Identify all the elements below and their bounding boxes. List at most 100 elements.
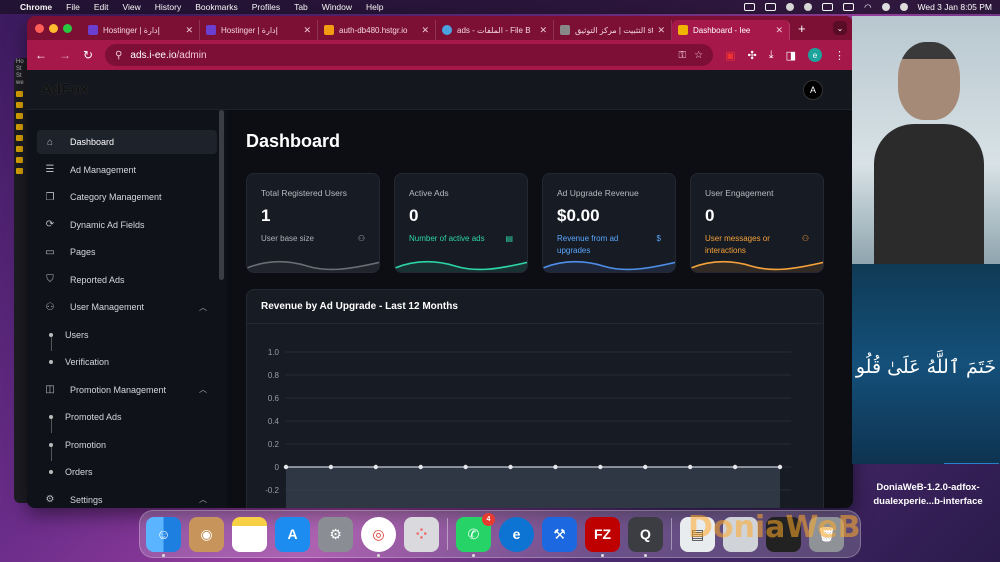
xcode-icon[interactable]: ⚒	[542, 516, 577, 552]
notes-icon[interactable]	[232, 516, 267, 552]
file-name-line1: DoniaWeB-1.2.0-adfox-	[876, 482, 980, 493]
bookmark-star-icon[interactable]: ☆	[694, 50, 703, 61]
status-icon[interactable]	[822, 3, 834, 11]
more-menu-icon[interactable]: ⋮	[834, 49, 845, 62]
contacts-icon[interactable]: ◉	[189, 516, 224, 552]
menu-app-name[interactable]: Chrome	[20, 2, 52, 12]
browser-tab[interactable]: auth-db480.hstgr.io ✕	[318, 20, 436, 40]
menubar-clock[interactable]: Wed 3 Jan 8:05 PM	[918, 2, 993, 12]
download-icon[interactable]: ⤓	[769, 49, 774, 62]
close-tab-icon[interactable]: ✕	[657, 25, 665, 36]
wifi-icon[interactable]: ◠	[864, 2, 871, 13]
app-store-icon[interactable]: A	[275, 516, 310, 552]
data-point[interactable]	[553, 464, 558, 470]
address-bar[interactable]: ⚲ ads.i-ee.io/admin ⚿ ☆	[105, 44, 714, 66]
data-point[interactable]	[463, 464, 468, 470]
sidebar-subitem-users[interactable]: Users	[37, 323, 217, 351]
menu-window[interactable]: Window	[322, 2, 352, 12]
edge-icon[interactable]: e	[499, 516, 534, 552]
system-settings-icon[interactable]: ⚙	[318, 516, 353, 552]
close-tab-icon[interactable]: ✕	[303, 25, 311, 36]
extension-icon[interactable]: ▣	[725, 49, 735, 62]
menu-edit[interactable]: Edit	[94, 2, 109, 12]
chevron-up-icon[interactable]: ︿	[199, 384, 207, 395]
password-key-icon[interactable]: ⚿	[679, 50, 687, 61]
data-point[interactable]	[732, 464, 738, 470]
sidebar-item-dynamic-ad-fields[interactable]: ⟳ Dynamic Ad Fields	[37, 213, 217, 237]
chrome-icon[interactable]: ◎	[361, 516, 396, 557]
control-center-icon[interactable]	[899, 3, 908, 11]
sidebar-item-category-management[interactable]: ❐ Category Management	[37, 185, 217, 209]
sidebar-item-reported-ads[interactable]: ⛉ Reported Ads	[37, 268, 217, 292]
filezilla-icon[interactable]: FZ	[585, 516, 620, 557]
site-info-icon[interactable]: ⚲	[115, 50, 122, 61]
data-point[interactable]	[777, 464, 783, 470]
sidebar-item-user-management[interactable]: ⚇ User Management ︿	[37, 295, 217, 319]
browser-tab[interactable]: Hostinger | إدارة ✕	[200, 20, 318, 40]
browser-tab[interactable]: Hostinger | إدارة ✕	[82, 20, 200, 40]
reload-icon[interactable]: ↻	[83, 48, 93, 62]
zoom-window-button[interactable]	[63, 23, 72, 33]
menu-tab[interactable]: Tab	[294, 2, 308, 12]
browser-tab-active[interactable]: Dashboard - Iee ✕	[672, 20, 790, 40]
sidebar-scrollbar[interactable]	[218, 110, 225, 508]
menu-view[interactable]: View	[122, 2, 140, 12]
sidebar-subitem-verification[interactable]: Verification	[37, 350, 217, 374]
sidebar-item-ad-management[interactable]: ☰ Ad Management	[37, 158, 217, 182]
side-panel-icon[interactable]: ◨	[786, 49, 796, 62]
finder-icon[interactable]: ☺	[146, 516, 181, 557]
sidebar-item-label: Promoted Ads	[65, 412, 122, 422]
sidebar-item-dashboard[interactable]: ⌂ Dashboard	[37, 130, 217, 154]
menu-help[interactable]: Help	[366, 2, 383, 12]
status-icon[interactable]	[765, 3, 777, 11]
whatsapp-icon[interactable]: ✆ 4	[456, 512, 495, 557]
chevron-up-icon[interactable]: ︿	[199, 302, 207, 313]
sidebar-subitem-promoted-ads[interactable]: Promoted Ads	[37, 405, 217, 433]
search-icon[interactable]	[881, 3, 890, 11]
sidebar-item-label: Ad Management	[70, 164, 137, 175]
sidebar-subitem-orders[interactable]: Orders	[37, 460, 217, 484]
data-point[interactable]	[598, 464, 603, 470]
menu-history[interactable]: History	[155, 2, 181, 12]
tab-search-chevron-icon[interactable]: ⌄	[833, 21, 847, 35]
menu-bookmarks[interactable]: Bookmarks	[195, 2, 238, 12]
data-point[interactable]	[643, 464, 648, 470]
extensions-puzzle-icon[interactable]: ✣	[748, 49, 757, 62]
browser-tab[interactable]: ads - الملفات - File B ✕	[436, 20, 554, 40]
profile-avatar[interactable]: e	[808, 48, 822, 62]
new-tab-button[interactable]: +	[798, 21, 806, 36]
user-avatar[interactable]: A	[803, 79, 823, 100]
launchpad-icon[interactable]: ⁘	[404, 516, 439, 552]
close-tab-icon[interactable]: ✕	[539, 25, 547, 36]
desktop-file-label[interactable]: DoniaWeB-1.2.0-adfox- dualexperie...b-in…	[856, 481, 1000, 509]
back-arrow-icon[interactable]: ←	[35, 48, 47, 62]
sidebar-item-promotion-management[interactable]: ◫ Promotion Management ︿	[37, 378, 217, 402]
menu-profiles[interactable]: Profiles	[252, 2, 280, 12]
data-point[interactable]	[687, 464, 693, 470]
close-tab-icon[interactable]: ✕	[775, 25, 783, 36]
data-point[interactable]	[373, 464, 379, 470]
minimize-window-button[interactable]	[49, 23, 58, 33]
battery-icon[interactable]	[843, 3, 855, 11]
menu-file[interactable]: File	[66, 2, 80, 12]
data-point[interactable]	[508, 464, 513, 470]
sidebar-subitem-promotion[interactable]: Promotion	[37, 433, 217, 461]
browser-tab[interactable]: التثبيت | مركز التوثيق st ✕	[554, 20, 672, 40]
close-tab-icon[interactable]: ✕	[185, 25, 193, 36]
status-icon[interactable]	[786, 3, 795, 11]
data-point[interactable]	[328, 464, 334, 470]
forward-arrow-icon[interactable]: →	[59, 48, 71, 62]
data-point[interactable]	[418, 464, 423, 470]
close-window-button[interactable]	[35, 23, 44, 33]
app-logo[interactable]: AdFox	[41, 81, 89, 98]
hostinger-icon	[206, 25, 216, 35]
sidebar-item-label: Category Management	[70, 192, 162, 202]
sidebar-item-settings[interactable]: ⚙ Settings ︿	[37, 488, 217, 509]
chevron-up-icon[interactable]: ︿	[199, 494, 207, 505]
close-tab-icon[interactable]: ✕	[421, 25, 429, 36]
quicktime-icon[interactable]: Q	[628, 516, 663, 557]
data-point[interactable]	[283, 464, 289, 470]
status-icon[interactable]	[804, 3, 813, 11]
sidebar-item-pages[interactable]: ▭ Pages	[37, 240, 217, 264]
status-icon[interactable]	[744, 3, 756, 11]
